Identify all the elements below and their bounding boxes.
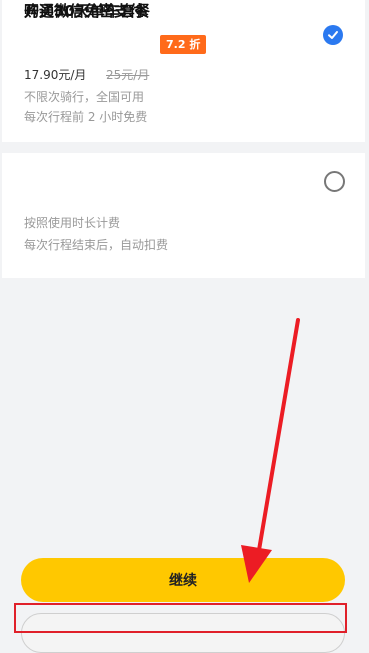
selected-check-icon[interactable]: [323, 25, 343, 45]
continue-button[interactable]: 继续: [21, 558, 345, 602]
plan-desc-line1: 不限次骑行，全国可用: [24, 90, 145, 104]
discount-badge: 7.2 折: [160, 35, 207, 54]
plan-desc-line2: 每次行程前 2 小时免费: [24, 110, 148, 124]
payment-title: 开通微信免密支付: [24, 2, 145, 20]
plan-price: 17.90元/月: [24, 68, 87, 82]
payment-desc-line1: 按照使用时长计费: [24, 216, 121, 230]
payment-desc-line2: 每次行程结束后，自动扣费: [24, 238, 169, 252]
unselected-radio-icon[interactable]: [324, 171, 345, 192]
plan-original-price: 25元/月: [106, 68, 150, 82]
